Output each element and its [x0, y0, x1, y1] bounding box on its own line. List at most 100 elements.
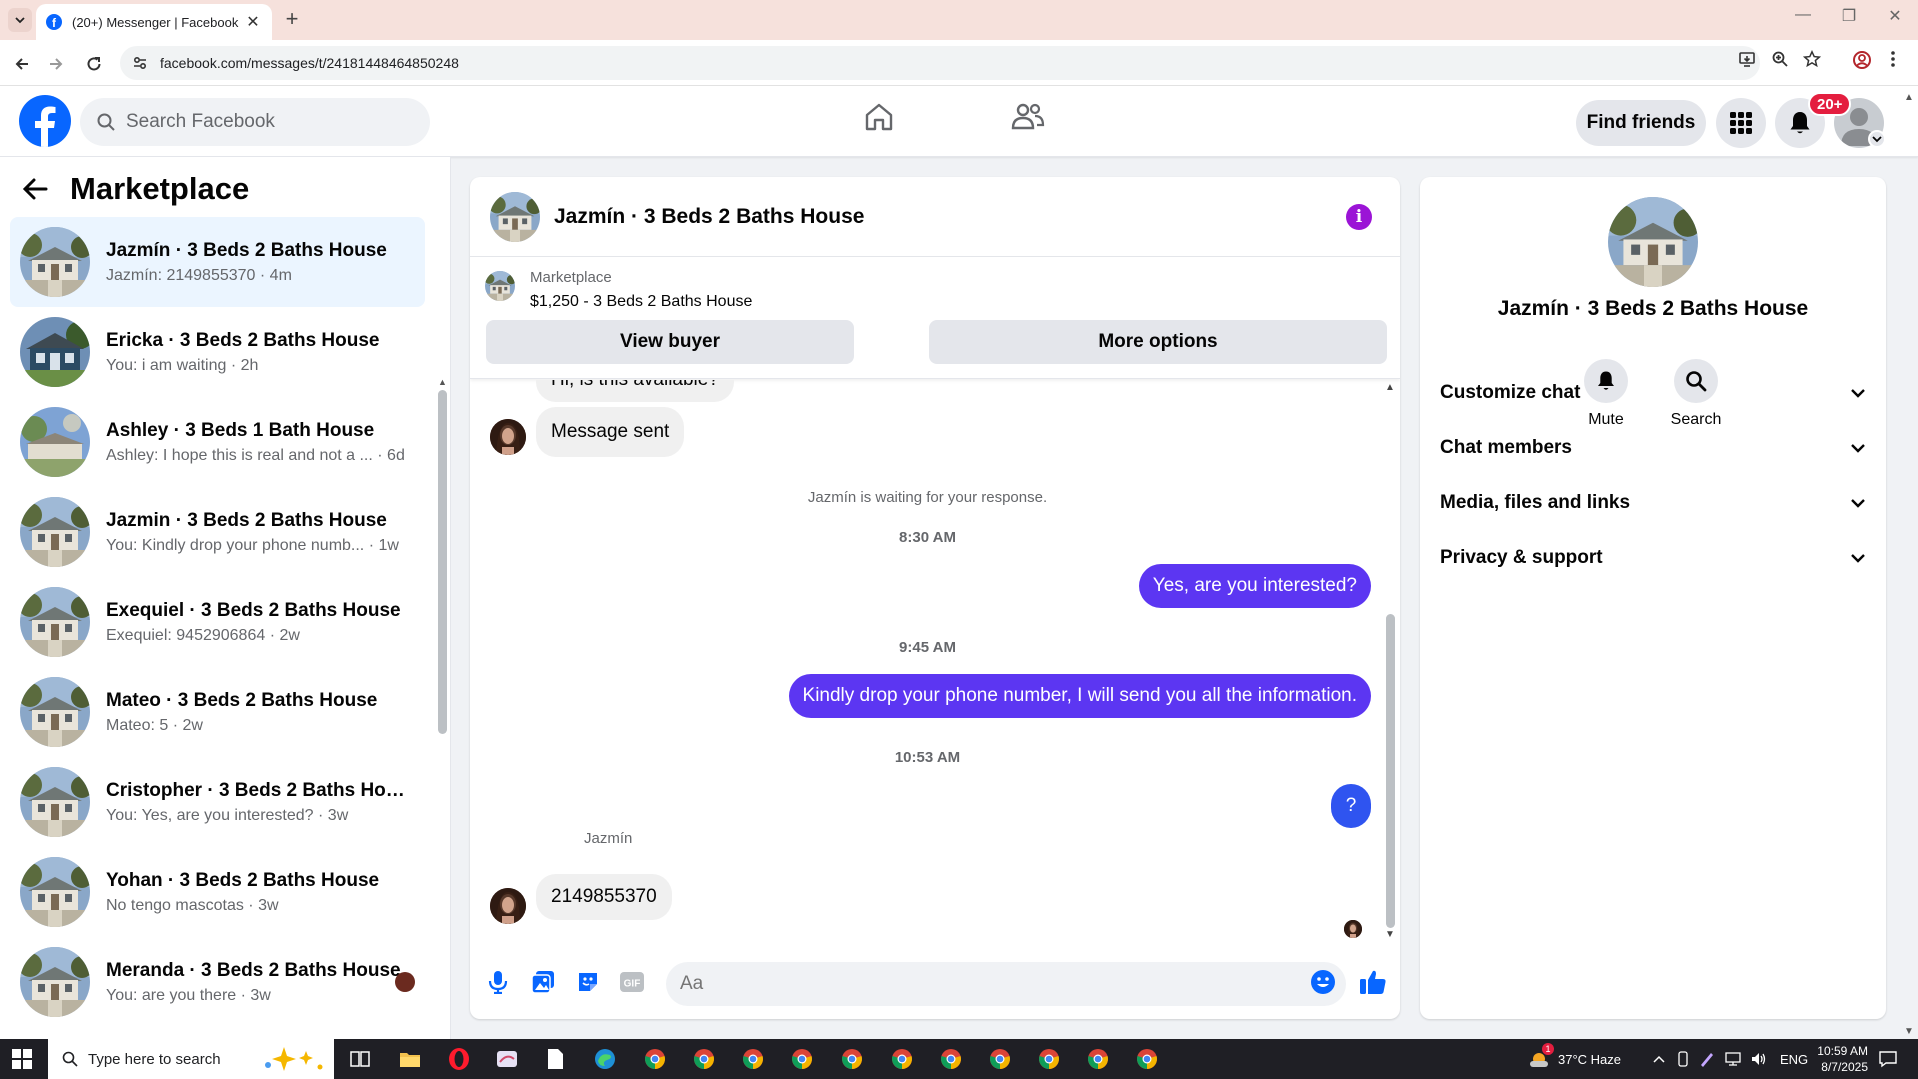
like-thumb-icon[interactable] — [1358, 967, 1388, 997]
conversation-snippet: Exequiel: 9452906864 · 2w — [106, 626, 300, 644]
profile-icon[interactable] — [1852, 50, 1872, 70]
sidebar-scrollbar[interactable] — [438, 390, 447, 734]
scroll-up-arrow-icon[interactable]: ▲ — [1385, 382, 1395, 393]
close-tab-icon[interactable]: ✕ — [244, 12, 262, 32]
account-caret-icon[interactable] — [1868, 130, 1886, 148]
facebook-header: Search Facebook Find friends — [0, 86, 1918, 157]
chrome-icon[interactable] — [1135, 1047, 1159, 1071]
conversation-name: Cristopher · 3 Beds 2 Baths House — [106, 779, 406, 801]
task-view-icon[interactable] — [348, 1047, 372, 1071]
listing-price-title[interactable]: $1,250 - 3 Beds 2 Baths House — [530, 293, 752, 311]
edge-icon[interactable] — [593, 1047, 617, 1071]
reload-icon — [87, 57, 101, 71]
tab-search-dropdown[interactable] — [8, 8, 32, 32]
conversation-item-cristopher[interactable]: Cristopher · 3 Beds 2 Baths House You: Ye… — [10, 757, 425, 847]
opera-icon[interactable] — [447, 1047, 471, 1071]
chat-members-section[interactable]: Chat members — [1440, 426, 1866, 470]
weather-widget[interactable]: 1 37°C Haze — [1528, 1039, 1621, 1079]
microphone-icon[interactable] — [483, 967, 513, 997]
conversation-name: Yohan · 3 Beds 2 Baths House — [106, 869, 380, 891]
conversation-item-jazmin-2[interactable]: Jazmin · 3 Beds 2 Baths House You: Kindly… — [10, 487, 425, 577]
listing-thumbnail — [20, 767, 90, 837]
conversation-item-yohan[interactable]: Yohan · 3 Beds 2 Baths House No tengo mas… — [10, 847, 425, 937]
contact-avatar[interactable] — [1608, 197, 1698, 287]
network-icon[interactable] — [1724, 1051, 1742, 1067]
forward-button[interactable] — [44, 52, 68, 76]
chat-avatar[interactable] — [490, 192, 540, 242]
view-buyer-button[interactable]: View buyer — [486, 320, 854, 364]
address-bar[interactable]: facebook.com/messages/t/2418144846485024… — [120, 46, 1760, 80]
gif-icon[interactable]: GIF — [617, 967, 647, 997]
bell-icon — [1790, 112, 1810, 134]
install-app-icon[interactable] — [1738, 50, 1756, 68]
photo-icon[interactable] — [528, 967, 558, 997]
conversation-info-icon[interactable]: i — [1346, 204, 1372, 230]
conversation-info-panel: Jazmín · 3 Beds 2 Baths House Mute Searc… — [1420, 177, 1886, 1019]
taskbar-search[interactable]: Type here to search — [48, 1039, 334, 1079]
conversation-item-jazmin[interactable]: Jazmín · 3 Beds 2 Baths House Jazmín: 214… — [10, 217, 425, 307]
conversation-item-ericka[interactable]: Ericka · 3 Beds 2 Baths House You: i am w… — [10, 307, 425, 397]
page-scroll-up-arrow-icon[interactable]: ▲ — [1904, 92, 1914, 103]
message-input[interactable] — [666, 962, 1346, 1006]
conversation-item-exequiel[interactable]: Exequiel · 3 Beds 2 Baths House Exequiel:… — [10, 577, 425, 667]
sticker-icon[interactable] — [573, 967, 603, 997]
arrow-right-icon — [50, 58, 63, 70]
minimize-window-button[interactable]: — — [1780, 6, 1826, 24]
browser-menu-icon[interactable] — [1890, 50, 1896, 68]
chat-panel: Jazmín · 3 Beds 2 Baths House i Marketpl… — [470, 177, 1400, 1019]
search-icon — [62, 1051, 78, 1067]
bookmark-star-icon[interactable] — [1803, 50, 1821, 68]
conversation-item-ashley[interactable]: Ashley · 3 Beds 1 Bath House Ashley: I ho… — [10, 397, 425, 487]
friends-nav-icon[interactable] — [1011, 101, 1045, 133]
find-friends-button[interactable]: Find friends — [1576, 100, 1706, 146]
customize-chat-section[interactable]: Customize chat — [1440, 371, 1866, 415]
chrome-icon[interactable] — [1037, 1047, 1061, 1071]
more-options-button[interactable]: More options — [929, 320, 1387, 364]
back-button[interactable] — [10, 52, 34, 76]
weather-text: 37°C Haze — [1558, 1051, 1622, 1067]
windows-start-icon[interactable] — [12, 1049, 32, 1069]
restore-window-button[interactable]: ❐ — [1826, 6, 1872, 26]
home-nav-icon[interactable] — [863, 101, 895, 133]
menu-button[interactable] — [1716, 98, 1766, 148]
emoji-icon[interactable] — [1308, 967, 1338, 997]
media-files-links-section[interactable]: Media, files and links — [1440, 481, 1866, 525]
app-icon[interactable] — [495, 1047, 519, 1071]
document-icon[interactable] — [543, 1047, 567, 1071]
privacy-support-section[interactable]: Privacy & support — [1440, 536, 1866, 580]
browser-tab-active[interactable]: f (20+) Messenger | Facebook ✕ — [36, 4, 272, 40]
chrome-icon[interactable] — [1086, 1047, 1110, 1071]
chrome-icon[interactable] — [741, 1047, 765, 1071]
conversation-item-mateo[interactable]: Mateo · 3 Beds 2 Baths House Mateo: 5 · 2… — [10, 667, 425, 757]
chrome-icon[interactable] — [890, 1047, 914, 1071]
language-indicator[interactable]: ENG — [1780, 1052, 1808, 1067]
facebook-search[interactable]: Search Facebook — [80, 98, 430, 146]
scroll-up-arrow-icon[interactable]: ▲ — [438, 377, 447, 387]
conversation-item-meranda[interactable]: Meranda · 3 Beds 2 Baths House You: are y… — [10, 937, 425, 1027]
chrome-icon[interactable] — [790, 1047, 814, 1071]
file-explorer-icon[interactable] — [398, 1047, 422, 1071]
new-tab-button[interactable]: + — [280, 8, 304, 32]
chrome-icon[interactable] — [988, 1047, 1012, 1071]
chrome-icon[interactable] — [840, 1047, 864, 1071]
facebook-logo-icon[interactable] — [19, 95, 71, 147]
notifications-center-icon[interactable] — [1878, 1039, 1898, 1079]
chrome-icon[interactable] — [692, 1047, 716, 1071]
back-arrow-icon[interactable] — [22, 177, 48, 201]
close-window-button[interactable]: ✕ — [1872, 6, 1918, 26]
chevron-up-icon[interactable] — [1652, 1054, 1666, 1064]
chat-scrollbar[interactable] — [1386, 614, 1395, 928]
chat-title[interactable]: Jazmín · 3 Beds 2 Baths House — [554, 205, 864, 229]
pen-icon[interactable] — [1698, 1050, 1716, 1068]
reload-button[interactable] — [82, 52, 106, 76]
site-info-icon[interactable] — [132, 55, 148, 71]
scroll-down-arrow-icon[interactable]: ▼ — [1385, 929, 1395, 940]
page-scroll-down-arrow-icon[interactable]: ▼ — [1904, 1026, 1914, 1037]
chrome-icon[interactable] — [643, 1047, 667, 1071]
volume-icon[interactable] — [1750, 1051, 1768, 1067]
clock[interactable]: 10:59 AM 8/7/2025 — [1812, 1039, 1868, 1079]
usb-icon[interactable] — [1676, 1051, 1690, 1067]
timestamp: 8:30 AM — [899, 529, 956, 546]
chrome-icon[interactable] — [939, 1047, 963, 1071]
zoom-icon[interactable] — [1771, 50, 1789, 68]
